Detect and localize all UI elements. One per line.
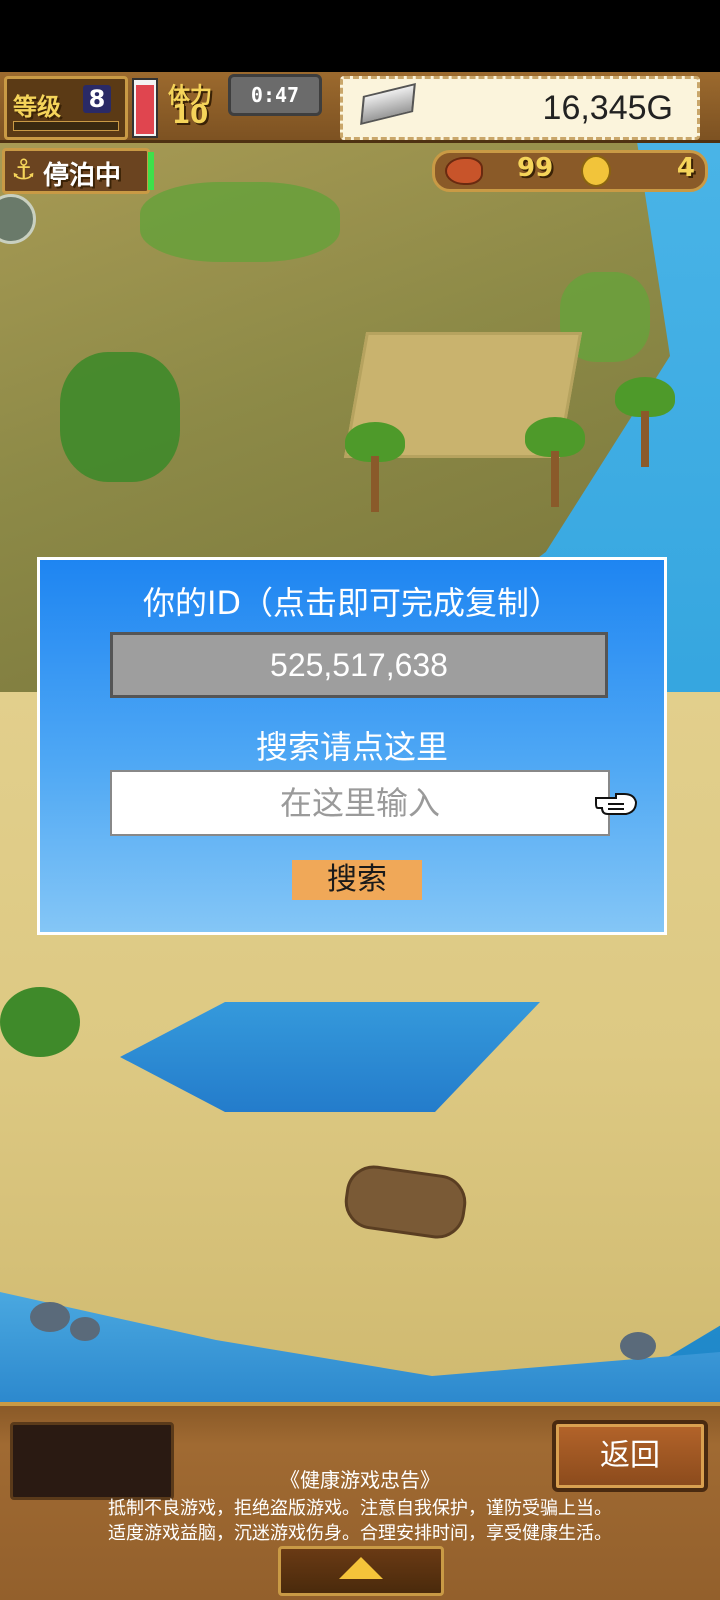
- palm-tree: [615, 377, 675, 467]
- grass-patch: [140, 182, 340, 262]
- search-label: 搜索请点这里: [255, 728, 448, 766]
- food-count: 99: [517, 153, 554, 183]
- pointing-hand-icon: [595, 793, 638, 815]
- gold-value: 16,345G: [542, 89, 673, 127]
- health-advisory-line: 抵制不良游戏，拒绝盗版游戏。注意自我保护，谨防受骗上当。: [108, 1498, 612, 1519]
- tree-cluster: [60, 352, 180, 482]
- silver-bar-icon: [360, 83, 416, 125]
- experience-bar: [13, 121, 119, 131]
- level-panel: 等级 8: [4, 76, 128, 140]
- medal-count: 4: [676, 153, 695, 183]
- search-button[interactable]: 搜索: [292, 860, 422, 900]
- rock: [70, 1317, 100, 1341]
- status-bar-area: [0, 0, 720, 72]
- moored-status-label: 停泊中: [43, 161, 122, 191]
- stamina-timer: 0:47: [228, 74, 322, 116]
- up-arrow-icon: [339, 1557, 383, 1579]
- id-search-dialog: 你的ID（点击即可完成复制） 525,517,638 搜索请点这里 搜索: [37, 557, 667, 935]
- meat-icon: [445, 157, 483, 185]
- stamina-gauge: [132, 78, 158, 138]
- bottom-panel: 返回 《健康游戏忠告》 抵制不良游戏，拒绝盗版游戏。注意自我保护，谨防受骗上当。…: [0, 1402, 720, 1600]
- expand-menu-button[interactable]: [278, 1546, 444, 1596]
- health-advisory-line: 适度游戏益脑，沉迷游戏伤身。合理安排时间，享受健康生活。: [108, 1523, 612, 1544]
- palm-tree: [345, 422, 405, 512]
- resource-bar: 99 4: [432, 150, 708, 192]
- search-id-input[interactable]: [110, 770, 610, 836]
- moored-status-badge[interactable]: ⚓ 停泊中: [2, 148, 150, 194]
- status-indicator: [148, 152, 154, 190]
- bush: [0, 987, 80, 1057]
- player-id-copy-box[interactable]: 525,517,638: [110, 632, 608, 698]
- rock: [30, 1302, 70, 1332]
- health-advisory-title: 《健康游戏忠告》: [280, 1468, 440, 1492]
- palm-tree: [525, 417, 585, 507]
- gold-panel[interactable]: 16,345G: [340, 76, 700, 140]
- stamina-fill: [136, 85, 154, 134]
- dialog-title: 你的ID（点击即可完成复制）: [142, 584, 562, 622]
- level-value: 8: [83, 85, 111, 113]
- anchor-icon: ⚓: [11, 153, 37, 186]
- rock: [620, 1332, 656, 1360]
- medal-icon: [581, 155, 611, 187]
- stamina-value: 10: [172, 100, 209, 130]
- level-label: 等级: [13, 93, 61, 121]
